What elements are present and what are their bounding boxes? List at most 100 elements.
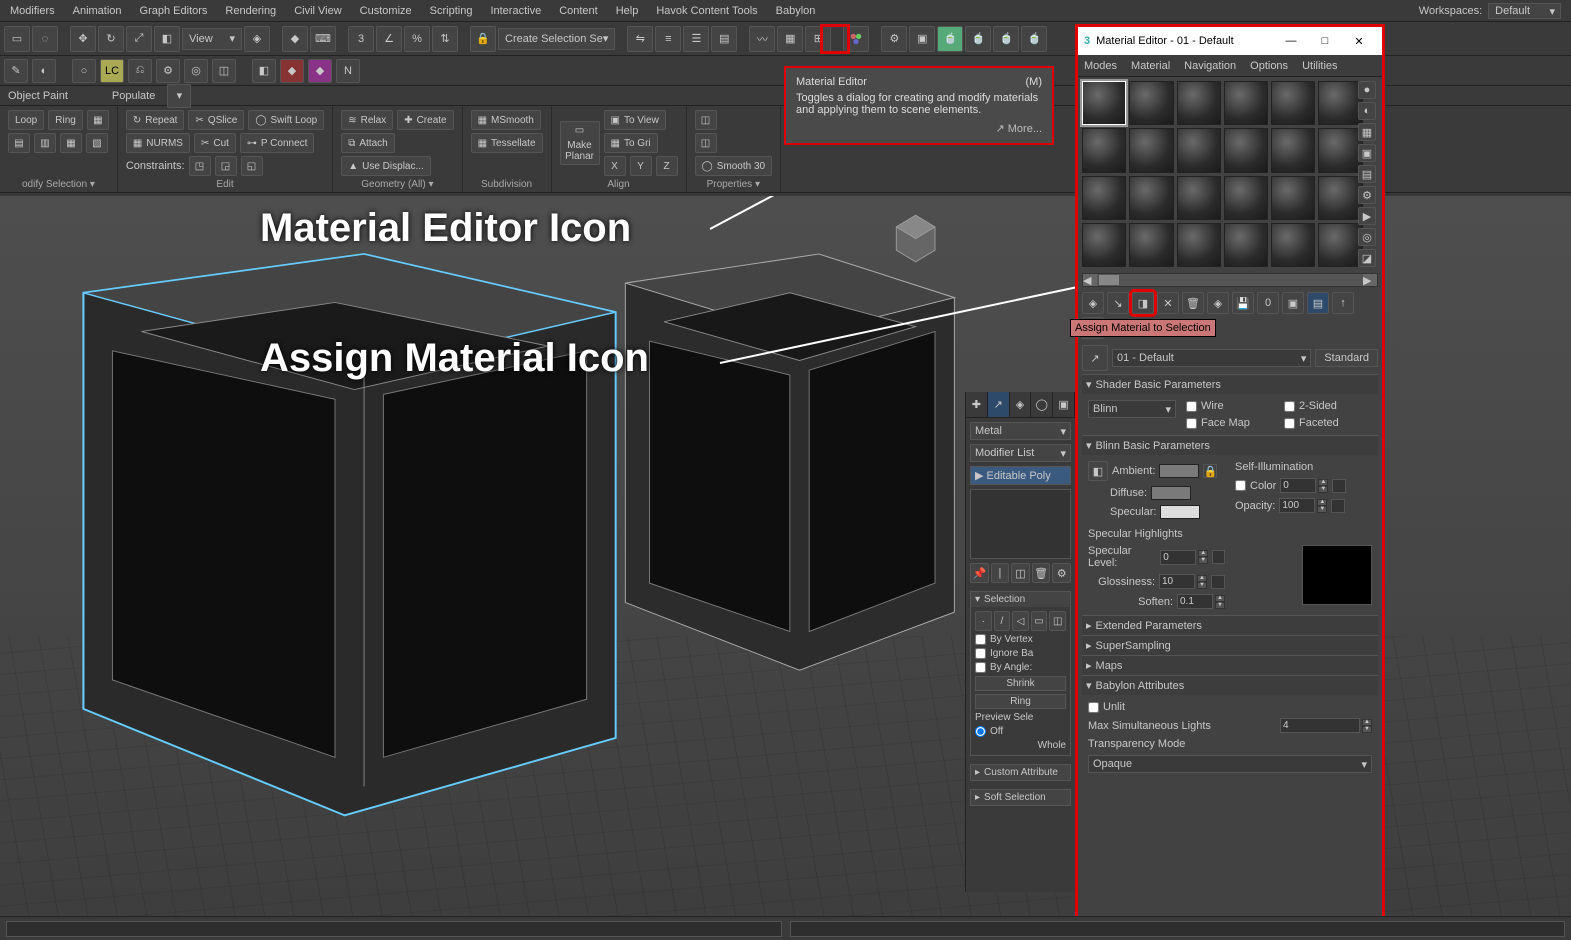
reset-material-icon[interactable]: ✕ bbox=[1157, 292, 1179, 314]
to-grid-button[interactable]: ▦To Gri bbox=[604, 133, 658, 153]
extended-params-head[interactable]: ▸ Extended Parameters bbox=[1082, 616, 1378, 635]
sample-slot-9[interactable] bbox=[1177, 128, 1221, 172]
delete-material-icon[interactable]: 🗑 bbox=[1182, 292, 1204, 314]
tool-b-icon[interactable]: ⚙ bbox=[156, 59, 180, 83]
material-editor-titlebar[interactable]: 3 Material Editor - 01 - Default — □ ✕ bbox=[1078, 27, 1382, 55]
menu-scripting[interactable]: Scripting bbox=[430, 5, 473, 17]
sample-slot-1[interactable] bbox=[1082, 81, 1126, 125]
msmooth-button[interactable]: ▦MSmooth bbox=[471, 110, 541, 130]
material-editor-icon[interactable] bbox=[843, 26, 869, 52]
menu-graph-editors[interactable]: Graph Editors bbox=[140, 5, 208, 17]
percent-snap-icon[interactable]: % bbox=[404, 26, 430, 52]
tessellate-button[interactable]: ▦Tessellate bbox=[471, 133, 543, 153]
background-icon[interactable]: ▦ bbox=[1358, 123, 1376, 141]
scale-icon[interactable]: ⤢ bbox=[126, 26, 152, 52]
faceted-check[interactable]: Faceted bbox=[1284, 417, 1372, 429]
material-name-field[interactable]: 01 - Default bbox=[1112, 349, 1311, 367]
mirror-icon[interactable]: ⇋ bbox=[627, 26, 653, 52]
opacity-spinner[interactable]: ▲▼ bbox=[1279, 498, 1327, 513]
prop-a-icon[interactable]: ◫ bbox=[695, 110, 717, 130]
window-minimize-button[interactable]: — bbox=[1274, 30, 1308, 52]
menu-rendering[interactable]: Rendering bbox=[225, 5, 276, 17]
modsel-a-icon[interactable]: ▤ bbox=[8, 133, 30, 153]
ambient-lock-icon[interactable]: ◧ bbox=[1088, 461, 1108, 481]
assign-material-icon[interactable]: ◨ bbox=[1132, 292, 1154, 314]
self-illum-color-check[interactable]: Color bbox=[1235, 480, 1276, 492]
menu-interactive[interactable]: Interactive bbox=[490, 5, 541, 17]
shrink-button[interactable]: Shrink bbox=[975, 676, 1066, 691]
show-end-result-icon[interactable]: ▤ bbox=[1307, 292, 1329, 314]
menu-civil-view[interactable]: Civil View bbox=[294, 5, 341, 17]
pconnect-button[interactable]: ⊶P Connect bbox=[240, 133, 315, 153]
create-button[interactable]: ✚Create bbox=[397, 110, 453, 130]
soft-selection-head[interactable]: ▸ Soft Selection bbox=[971, 790, 1070, 805]
wire-check[interactable]: Wire bbox=[1186, 400, 1274, 412]
repeat-button[interactable]: ↻Repeat bbox=[126, 110, 185, 130]
curve-editor-icon[interactable]: 〰 bbox=[749, 26, 775, 52]
subobj-edge-icon[interactable]: / bbox=[994, 611, 1011, 631]
ring-sel-button[interactable]: Ring bbox=[975, 694, 1066, 709]
menu-havok[interactable]: Havok Content Tools bbox=[656, 5, 757, 17]
axis-z-button[interactable]: Z bbox=[656, 156, 678, 176]
snap-icon[interactable]: 3 bbox=[348, 26, 374, 52]
subobj-border-icon[interactable]: ◁ bbox=[1012, 611, 1029, 631]
selection-set-dropdown[interactable]: Create Selection Se bbox=[498, 28, 615, 50]
tool-f-icon[interactable]: ◆ bbox=[280, 59, 304, 83]
me-menu-navigation[interactable]: Navigation bbox=[1184, 60, 1236, 72]
smooth30-button[interactable]: ◯Smooth 30 bbox=[695, 156, 773, 176]
sample-slot-20[interactable] bbox=[1129, 223, 1173, 267]
tool-h-icon[interactable]: N bbox=[336, 59, 360, 83]
self-illum-map-button[interactable] bbox=[1332, 479, 1346, 493]
make-preview-icon[interactable]: ▶ bbox=[1358, 207, 1376, 225]
object-name-field[interactable]: Metal bbox=[970, 422, 1071, 440]
menu-help[interactable]: Help bbox=[616, 5, 639, 17]
constraint-a-icon[interactable]: ◳ bbox=[189, 156, 211, 176]
stack-b-icon[interactable]: ◫ bbox=[1011, 563, 1030, 583]
loop-extra-icon[interactable]: ▦ bbox=[87, 110, 109, 130]
move-icon[interactable]: ✥ bbox=[70, 26, 96, 52]
glossiness-spinner[interactable]: ▲▼ bbox=[1159, 574, 1207, 589]
sample-slot-15[interactable] bbox=[1177, 176, 1221, 220]
window-close-button[interactable]: ✕ bbox=[1342, 30, 1376, 52]
sample-hscroll[interactable]: ◀▶ bbox=[1082, 273, 1378, 287]
me-menu-material[interactable]: Material bbox=[1131, 60, 1170, 72]
sample-slot-16[interactable] bbox=[1224, 176, 1268, 220]
make-planar-button[interactable]: ▭Make Planar bbox=[560, 121, 600, 165]
select-manip-icon[interactable]: ◆ bbox=[282, 26, 308, 52]
angle-snap-icon[interactable]: ∠ bbox=[376, 26, 402, 52]
qslice-button[interactable]: ✂QSlice bbox=[188, 110, 244, 130]
menu-content[interactable]: Content bbox=[559, 5, 598, 17]
selection-rect-icon[interactable]: ▭ bbox=[4, 26, 30, 52]
tool-c-icon[interactable]: ◎ bbox=[184, 59, 208, 83]
specular-color[interactable] bbox=[1160, 505, 1200, 519]
sample-slot-4[interactable] bbox=[1224, 81, 1268, 125]
put-to-scene-icon[interactable]: ↘ bbox=[1107, 292, 1129, 314]
relax-button[interactable]: ≋Relax bbox=[341, 110, 393, 130]
sample-slot-13[interactable] bbox=[1082, 176, 1126, 220]
axis-x-button[interactable]: X bbox=[604, 156, 626, 176]
cut-button[interactable]: ✂Cut bbox=[194, 133, 236, 153]
spinner-snap-icon[interactable]: ⇅ bbox=[432, 26, 458, 52]
loop-button[interactable]: Loop bbox=[8, 110, 44, 130]
constraint-c-icon[interactable]: ◱ bbox=[241, 156, 263, 176]
display-tab-icon[interactable]: ▣ bbox=[1053, 392, 1075, 417]
put-to-library-icon[interactable]: 💾 bbox=[1232, 292, 1254, 314]
layers-icon[interactable]: ☰ bbox=[683, 26, 709, 52]
motion-tab-icon[interactable]: ◯ bbox=[1031, 392, 1053, 417]
modifier-stack-item[interactable]: ▶ Editable Poly bbox=[970, 466, 1071, 485]
tool-e-icon[interactable]: ◧ bbox=[252, 59, 276, 83]
diffuse-color[interactable] bbox=[1151, 486, 1191, 500]
sample-slot-19[interactable] bbox=[1082, 223, 1126, 267]
stack-a-icon[interactable]: | bbox=[991, 563, 1010, 583]
refcoord-view-dropdown[interactable]: View bbox=[182, 28, 242, 50]
sample-slot-7[interactable] bbox=[1082, 128, 1126, 172]
video-color-icon[interactable]: ▤ bbox=[1358, 165, 1376, 183]
unlit-check[interactable]: Unlit bbox=[1088, 701, 1372, 713]
tool-d-icon[interactable]: ◫ bbox=[212, 59, 236, 83]
sample-slot-2[interactable] bbox=[1129, 81, 1173, 125]
axis-y-button[interactable]: Y bbox=[630, 156, 652, 176]
tool-a-icon[interactable]: ⎌ bbox=[128, 59, 152, 83]
transparency-mode-dropdown[interactable]: Opaque bbox=[1088, 755, 1372, 773]
pivot-icon[interactable]: ◈ bbox=[244, 26, 270, 52]
constraint-b-icon[interactable]: ◲ bbox=[215, 156, 237, 176]
